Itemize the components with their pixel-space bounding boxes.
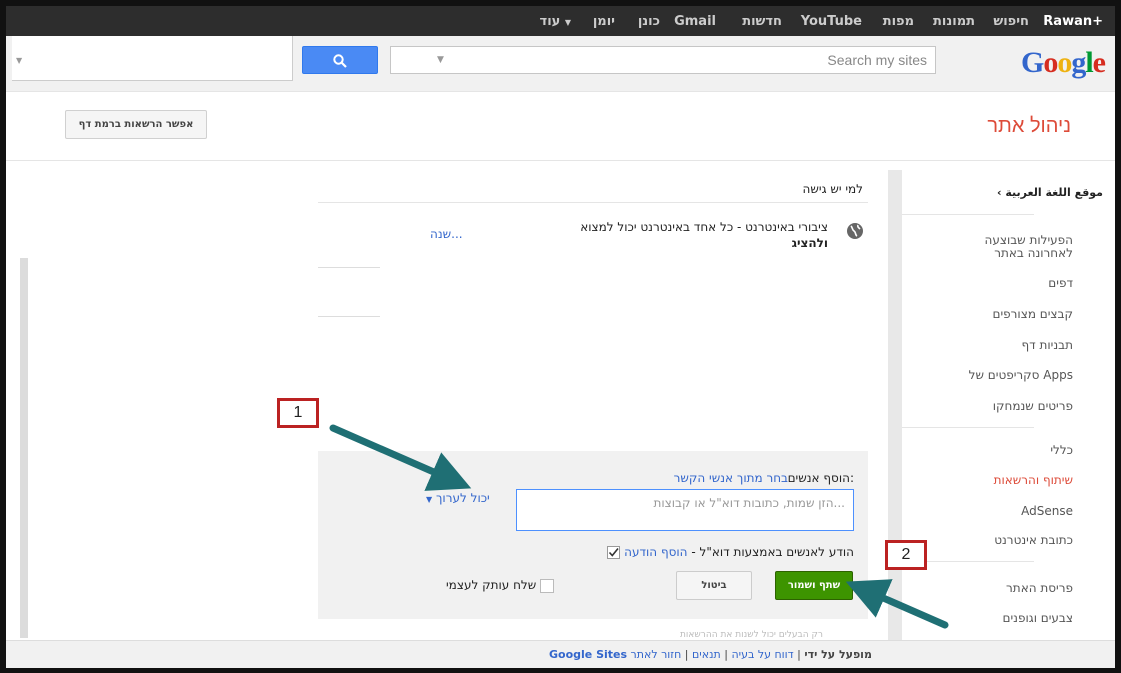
callout-2: 2: [885, 540, 927, 570]
arrow-2-icon: [845, 579, 949, 629]
callout-1: 1: [277, 398, 319, 428]
arrow-1-icon: [329, 424, 472, 491]
annotation-arrows: [329, 424, 949, 629]
